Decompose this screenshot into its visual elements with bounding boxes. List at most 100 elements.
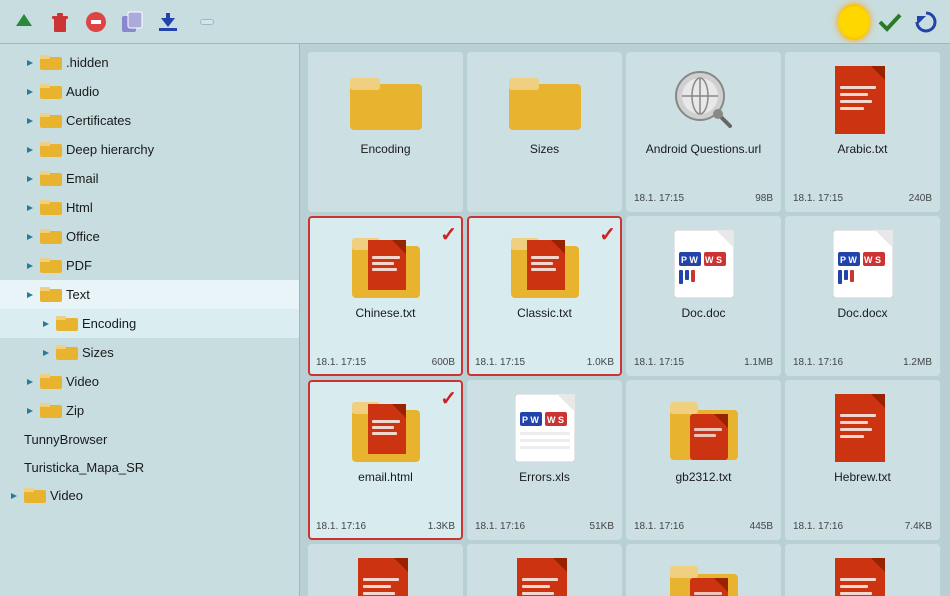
file-name: email.html <box>358 470 413 486</box>
arrow-icon <box>40 347 52 359</box>
file-item-doc-doc[interactable]: P W W S Doc.doc18.1. 17:151.1MB <box>626 216 781 376</box>
arrow-icon <box>8 461 20 473</box>
stop-button[interactable] <box>80 6 112 38</box>
sidebar-item-zip[interactable]: Zip <box>0 396 299 425</box>
file-date: 18.1. 17:15 <box>316 357 366 368</box>
sidebar-item-label: Office <box>66 229 100 244</box>
sidebar-item-hidden[interactable]: .hidden <box>0 48 299 77</box>
arrow-icon <box>24 376 36 388</box>
sidebar-item-label: Turisticka_Mapa_SR <box>24 460 144 475</box>
file-name: Errors.xls <box>519 470 570 486</box>
folder-icon <box>40 110 62 131</box>
folder-icon <box>40 371 62 392</box>
file-name: Android Questions.url <box>646 142 761 158</box>
sidebar-item-certificates[interactable]: Certificates <box>0 106 299 135</box>
copy-button[interactable] <box>116 6 148 38</box>
sidebar-item-text[interactable]: Text <box>0 280 299 309</box>
file-icon <box>668 392 740 464</box>
file-icon <box>350 228 422 300</box>
up-button[interactable] <box>8 6 40 38</box>
file-name: Hebrew.txt <box>834 470 891 486</box>
sidebar-item-label: PDF <box>66 258 92 273</box>
file-icon: P W W S <box>509 392 581 464</box>
file-meta: 18.1. 17:16 445B <box>634 521 773 532</box>
file-item-arabic-txt[interactable]: Arabic.txt18.1. 17:15240B <box>785 52 940 212</box>
file-item-japanese-txt[interactable]: Japanese 保険業界を.txt18.1. 17:160.90KB <box>626 544 781 596</box>
file-name: Chinese.txt <box>355 306 415 322</box>
file-item-android-url[interactable]: Android Questions.url18.1. 17:1598B <box>626 52 781 212</box>
file-date: 18.1. 17:16 <box>634 521 684 532</box>
sidebar-item-audio[interactable]: Audio <box>0 77 299 106</box>
sidebar-item-html[interactable]: Html <box>0 193 299 222</box>
sidebar-item-deep-hierarchy[interactable]: Deep hierarchy <box>0 135 299 164</box>
folder-icon <box>24 485 46 506</box>
sidebar-item-office[interactable]: Office <box>0 222 299 251</box>
file-item-errors-xls[interactable]: P W W S Errors.xls 18.1. 17:1651KB <box>467 380 622 540</box>
file-meta: 18.1. 17:15 240B <box>793 193 932 204</box>
file-icon <box>509 556 581 596</box>
file-item-doc-docx[interactable]: P W W S Doc.docx18.1. 17:161.2MB <box>785 216 940 376</box>
file-size: 1.1MB <box>744 357 773 368</box>
sidebar-item-pdf[interactable]: PDF <box>0 251 299 280</box>
file-item-html-html[interactable]: html.html18.1. 17:1630KB <box>467 544 622 596</box>
folder-icon <box>40 81 62 102</box>
sidebar-item-tunnybrowser[interactable]: TunnyBrowser <box>0 425 299 453</box>
checkmark-icon: ✓ <box>440 222 457 247</box>
arrow-icon <box>24 289 36 301</box>
file-date: 18.1. 17:16 <box>793 357 843 368</box>
file-size: 1.3KB <box>428 521 455 532</box>
file-item-korean-txt[interactable]: Korean.txt18.1. 17:16638B <box>785 544 940 596</box>
sidebar-item-encoding[interactable]: Encoding <box>0 309 299 338</box>
check-button[interactable] <box>874 6 906 38</box>
sidebar-item-label: Video <box>50 488 83 503</box>
refresh-button[interactable] <box>910 6 942 38</box>
file-item-hindi-txt[interactable]: Hindi.txt18.1. 17:16388B <box>308 544 463 596</box>
sidebar-item-turisticka[interactable]: Turisticka_Mapa_SR <box>0 453 299 481</box>
file-date: 18.1. 17:15 <box>634 193 684 204</box>
file-meta: 18.1. 17:1651KB <box>475 521 614 532</box>
file-size: 240B <box>909 193 932 204</box>
file-name: Doc.docx <box>837 306 887 322</box>
arrow-icon <box>8 433 20 445</box>
file-meta: 18.1. 17:16 1.2MB <box>793 357 932 368</box>
file-item-gb2312-txt[interactable]: gb2312.txt18.1. 17:16445B <box>626 380 781 540</box>
file-size: 445B <box>750 521 773 532</box>
sidebar-item-email[interactable]: Email <box>0 164 299 193</box>
file-date: 18.1. 17:15 <box>793 193 843 204</box>
sidebar-item-label: Zip <box>66 403 84 418</box>
file-item-sizes-folder[interactable]: Sizes <box>467 52 622 212</box>
sun-button[interactable] <box>838 6 870 38</box>
delete-button[interactable] <box>44 6 76 38</box>
arrow-icon <box>24 144 36 156</box>
file-item-chinese-txt[interactable]: ✓Chinese.txt18.1. 17:15600B <box>308 216 463 376</box>
file-date: 18.1. 17:16 <box>316 521 366 532</box>
arrow-icon <box>24 231 36 243</box>
sidebar-item-label: Email <box>66 171 99 186</box>
sidebar: .hidden Audio Certificates Deep hierarch… <box>0 44 300 596</box>
file-date: 18.1. 17:16 <box>793 521 843 532</box>
file-size: 1.2MB <box>903 357 932 368</box>
folder-icon <box>40 284 62 305</box>
arrow-icon <box>24 115 36 127</box>
file-item-classic-txt[interactable]: ✓Classic.txt18.1. 17:151.0KB <box>467 216 622 376</box>
sidebar-item-label: .hidden <box>66 55 109 70</box>
sidebar-item-label: Text <box>66 287 90 302</box>
folder-icon <box>40 197 62 218</box>
file-icon <box>350 556 422 596</box>
file-date: 18.1. 17:15 <box>634 357 684 368</box>
svg-text:W S: W S <box>547 415 564 425</box>
badge-counter <box>200 19 214 25</box>
file-item-email-html[interactable]: ✓email.html18.1. 17:161.3KB <box>308 380 463 540</box>
sidebar-item-label: TunnyBrowser <box>24 432 107 447</box>
sidebar-item-label: Deep hierarchy <box>66 142 154 157</box>
file-item-encoding-folder[interactable]: Encoding <box>308 52 463 212</box>
sidebar-item-video[interactable]: Video <box>0 367 299 396</box>
file-item-hebrew-txt[interactable]: Hebrew.txt18.1. 17:167.4KB <box>785 380 940 540</box>
file-icon <box>509 228 581 300</box>
download-button[interactable] <box>152 6 184 38</box>
sidebar-item-video2[interactable]: Video <box>0 481 299 510</box>
file-icon <box>827 556 899 596</box>
file-icon <box>827 64 899 136</box>
sidebar-item-sizes[interactable]: Sizes <box>0 338 299 367</box>
file-meta: 18.1. 17:151.0KB <box>475 357 614 368</box>
